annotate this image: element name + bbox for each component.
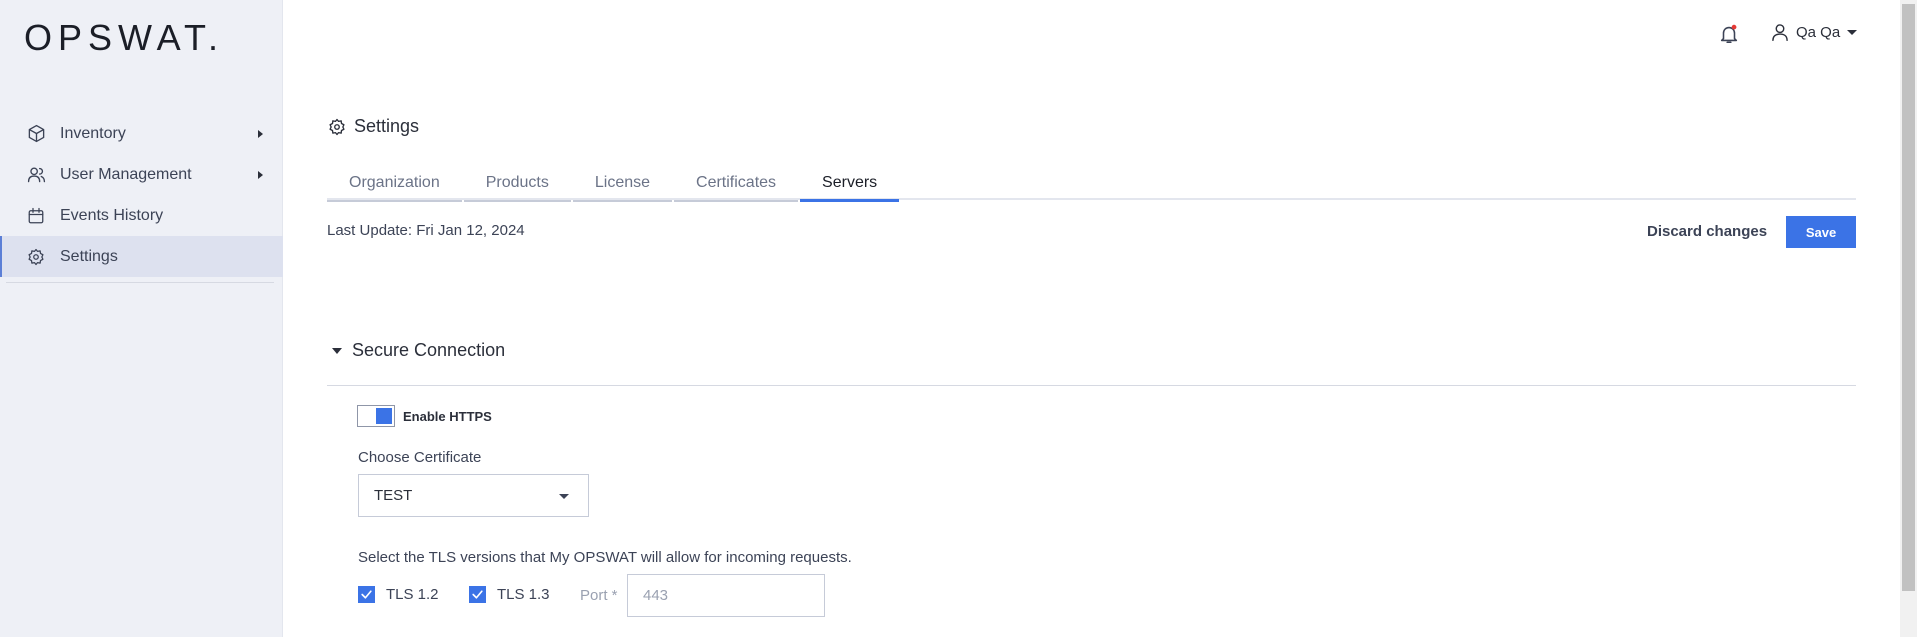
port-label: Port * bbox=[580, 587, 618, 604]
enable-https-label: Enable HTTPS bbox=[403, 409, 492, 424]
sidebar-item-label: User Management bbox=[60, 165, 192, 183]
tls-1-3-checkbox[interactable]: TLS 1.3 bbox=[469, 586, 550, 603]
tls-1-3-label: TLS 1.3 bbox=[497, 586, 550, 603]
scrollbar-thumb[interactable] bbox=[1902, 4, 1915, 591]
checkbox-checked-icon bbox=[358, 586, 375, 603]
choose-certificate-label: Choose Certificate bbox=[358, 449, 482, 466]
discard-changes-button[interactable]: Discard changes bbox=[1637, 215, 1777, 247]
sidebar-item-inventory[interactable]: Inventory bbox=[0, 113, 283, 154]
secure-connection-header[interactable]: Secure Connection bbox=[332, 340, 505, 361]
user-icon bbox=[1772, 24, 1788, 42]
tab-servers[interactable]: Servers bbox=[800, 166, 900, 202]
notifications-button[interactable] bbox=[1718, 23, 1740, 45]
sidebar-nav: Inventory User Management Events History… bbox=[0, 113, 283, 277]
user-name: Qa Qa bbox=[1796, 23, 1841, 41]
sidebar-item-label: Settings bbox=[60, 247, 118, 265]
chevron-right-icon bbox=[258, 130, 263, 138]
sidebar-item-user-management[interactable]: User Management bbox=[0, 154, 283, 195]
chevron-down-icon bbox=[559, 494, 569, 499]
tls-description: Select the TLS versions that My OPSWAT w… bbox=[358, 549, 852, 566]
gear-icon bbox=[328, 118, 346, 136]
sidebar-item-label: Inventory bbox=[60, 124, 126, 142]
enable-https-toggle[interactable] bbox=[357, 405, 395, 427]
section-divider bbox=[327, 385, 1856, 386]
page-title: Settings bbox=[328, 116, 419, 137]
sidebar-item-label: Events History bbox=[60, 206, 164, 224]
caret-down-icon bbox=[332, 347, 342, 354]
tab-organization[interactable]: Organization bbox=[327, 166, 462, 202]
certificate-select[interactable]: TEST bbox=[358, 474, 589, 517]
chevron-right-icon bbox=[258, 171, 263, 179]
tab-certificates[interactable]: Certificates bbox=[674, 166, 799, 202]
gear-icon bbox=[26, 247, 46, 267]
last-update-text: Last Update: Fri Jan 12, 2024 bbox=[327, 222, 525, 239]
tab-products[interactable]: Products bbox=[463, 166, 572, 202]
toggle-knob bbox=[376, 408, 392, 424]
opswat-logo[interactable]: OPSWAT. bbox=[24, 18, 224, 58]
calendar-icon bbox=[26, 206, 46, 226]
sidebar-divider bbox=[6, 282, 274, 283]
settings-tabs: Organization Products License Certificat… bbox=[327, 166, 1856, 202]
bell-icon bbox=[1720, 24, 1738, 44]
section-title: Secure Connection bbox=[352, 340, 506, 360]
sidebar-item-events-history[interactable]: Events History bbox=[0, 195, 283, 236]
port-input[interactable] bbox=[627, 574, 825, 617]
sidebar: OPSWAT. Inventory User Management Events… bbox=[0, 0, 283, 637]
page-title-text: Settings bbox=[354, 116, 420, 136]
logo-text: OPSWAT bbox=[24, 17, 209, 58]
chevron-down-icon bbox=[1847, 29, 1858, 35]
sidebar-item-settings[interactable]: Settings bbox=[0, 236, 283, 277]
tab-license[interactable]: License bbox=[572, 166, 673, 202]
user-menu[interactable]: Qa Qa bbox=[1770, 22, 1858, 42]
users-icon bbox=[26, 165, 46, 185]
cube-icon bbox=[26, 124, 46, 144]
save-button[interactable]: Save bbox=[1786, 216, 1856, 248]
logo-dot: . bbox=[208, 17, 225, 58]
checkbox-checked-icon bbox=[469, 586, 486, 603]
certificate-select-value: TEST bbox=[374, 487, 413, 504]
page-scrollbar[interactable] bbox=[1900, 0, 1917, 637]
tls-1-2-checkbox[interactable]: TLS 1.2 bbox=[358, 586, 439, 603]
tls-1-2-label: TLS 1.2 bbox=[386, 586, 439, 603]
